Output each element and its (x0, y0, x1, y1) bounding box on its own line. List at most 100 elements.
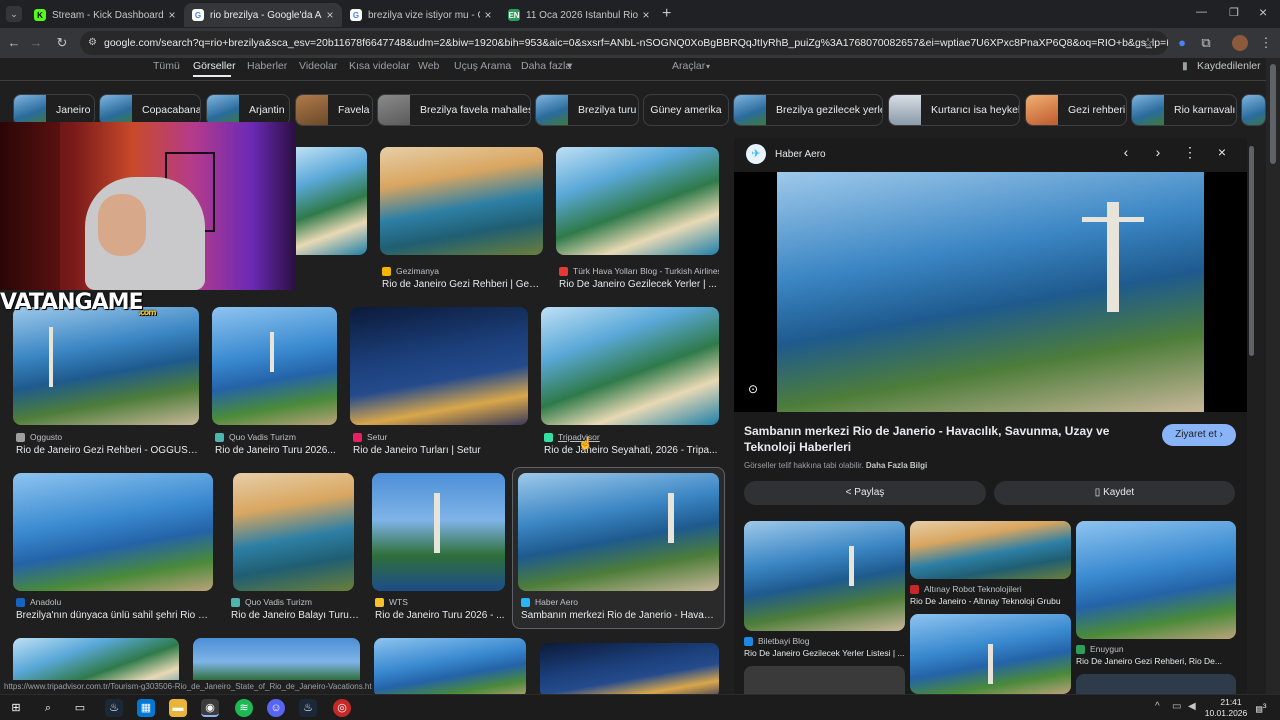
notification-center[interactable]: ▤3 (1253, 700, 1269, 714)
file-explorer-icon[interactable]: ▬ (169, 699, 187, 717)
windows-start-icon[interactable]: ⊞ (7, 699, 25, 717)
profile-avatar[interactable] (1232, 35, 1248, 51)
result-source[interactable]: Quo Vadis Turizm (215, 432, 335, 442)
result-caption[interactable]: Rio de Janeiro Turu 2026 - ... (375, 610, 505, 621)
visit-button[interactable]: Ziyaret et › (1162, 424, 1236, 446)
result-image[interactable] (540, 643, 719, 694)
close-window-icon[interactable]: × (1259, 4, 1267, 20)
panel-site-name[interactable]: Haber Aero (775, 149, 826, 160)
nav-flights[interactable]: Uçuş Arama (454, 60, 511, 72)
scrollbar-thumb[interactable] (1270, 64, 1276, 164)
nav-all[interactable]: Tümü (153, 60, 180, 72)
restore-window-icon[interactable]: ❐ (1229, 6, 1239, 19)
result-image[interactable] (13, 473, 213, 591)
result-caption[interactable]: Rio de Janeiro Balayı Turu ... (231, 610, 359, 621)
result-caption[interactable]: Rio De Janeiro Gezilecek Yerler | ... (559, 279, 719, 290)
result-caption[interactable]: Rio de Janeiro Seyahati, 2026 - Tripa... (544, 445, 719, 456)
tab-rio-brezilya[interactable]: G rio brezilya - Google'da Ara × (184, 3, 342, 27)
related-image[interactable] (910, 521, 1071, 579)
result-image[interactable] (233, 473, 354, 591)
result-image[interactable] (372, 473, 505, 591)
result-source[interactable]: Haber Aero (521, 597, 716, 607)
chip-rio-karnavali[interactable]: Rio karnavalı (1131, 94, 1237, 126)
volume-icon[interactable]: ◀ (1188, 701, 1196, 712)
related-source[interactable]: Altınay Robot Teknolojileri (910, 584, 1070, 594)
chip-brezilya-gezilecek-yerler[interactable]: Brezilya gezilecek yerler (733, 94, 883, 126)
close-tab-icon[interactable]: × (638, 8, 654, 22)
tab-search-menu-button[interactable]: ⌄ (6, 6, 22, 22)
panel-scrollbar[interactable] (1249, 146, 1254, 356)
chip-favela[interactable]: Favela (295, 94, 373, 126)
share-button[interactable]: < Paylaş (744, 481, 986, 505)
tab-kick-dashboard[interactable]: K Stream - Kick Dashboard × (26, 3, 184, 27)
task-view-icon[interactable]: ▭ (71, 699, 89, 717)
result-caption[interactable]: Rio de Janeiro Gezi Rehberi | Gez... (382, 279, 542, 290)
result-image[interactable] (380, 147, 543, 255)
related-caption[interactable]: Rio De Janeiro Gezilecek Yerler Listesi … (744, 648, 906, 658)
result-caption[interactable]: Brezilya'nın dünyaca ünlü sahil şehri Ri… (16, 610, 213, 621)
result-source[interactable]: Anadolu (16, 597, 211, 607)
related-source[interactable]: Enuygun (1076, 644, 1236, 654)
bookmark-star-icon[interactable]: ☆ (1138, 33, 1158, 53)
result-image[interactable] (212, 307, 337, 425)
result-source[interactable]: Setur (353, 432, 523, 442)
forward-arrow-icon[interactable]: → (26, 33, 46, 53)
network-icon[interactable]: ▭ (1172, 701, 1181, 712)
page-scrollbar[interactable] (1266, 58, 1280, 694)
result-caption[interactable]: Rio de Janeiro Gezi Rehberi - OGGUSTO (16, 445, 201, 456)
previous-image-icon[interactable]: ‹ (1116, 144, 1136, 160)
related-image-partial[interactable] (1076, 674, 1236, 694)
google-lens-icon[interactable]: ⊙ (748, 382, 758, 396)
result-image[interactable] (374, 638, 526, 694)
microsoft-store-icon[interactable]: ▦ (137, 699, 155, 717)
result-source[interactable]: Tripadvisor (544, 432, 714, 442)
chip-guney-amerika[interactable]: Güney amerika (643, 94, 729, 126)
extension-icon[interactable]: ● (1172, 33, 1192, 53)
result-source[interactable]: Oggusto (16, 432, 196, 442)
reload-icon[interactable]: ↻ (52, 33, 72, 53)
result-caption[interactable]: Rio de Janeiro Turu 2026... (215, 445, 337, 456)
nav-videos[interactable]: Videolar (299, 60, 337, 72)
result-image-partial[interactable] (296, 147, 367, 255)
related-image[interactable] (744, 521, 905, 631)
close-tab-icon[interactable]: × (164, 8, 180, 22)
related-image[interactable] (910, 614, 1071, 694)
panel-title[interactable]: Sambanın merkezi Rio de Janerio - Havacı… (744, 423, 1154, 455)
result-image[interactable] (13, 307, 199, 425)
chip-more-partial[interactable] (1241, 94, 1266, 126)
related-image[interactable] (1076, 521, 1236, 639)
result-source[interactable]: WTS (375, 597, 503, 607)
tray-arrow-icon[interactable]: ^ (1155, 701, 1160, 712)
nav-web[interactable]: Web (418, 60, 439, 72)
extensions-puzzle-icon[interactable]: ⧉ (1196, 33, 1216, 53)
result-caption[interactable]: Sambanın merkezi Rio de Janerio - Havacı… (521, 610, 718, 621)
related-source[interactable]: Biletbayi Blog (744, 636, 904, 646)
tab-brezilya-vize[interactable]: G brezilya vize istiyor mu - Google × (342, 3, 500, 27)
chip-brezilya-turu[interactable]: Brezilya turu (535, 94, 639, 126)
nav-more[interactable]: Daha fazla (521, 60, 571, 72)
related-caption[interactable]: Rio De Janeiro Gezi Rehberi, Rio De... (1076, 656, 1236, 666)
result-image-selected[interactable] (518, 473, 719, 591)
more-info-link[interactable]: Daha Fazla Bilgi (866, 461, 927, 470)
result-image[interactable] (350, 307, 528, 425)
clock-date[interactable]: 10.01.2026 (1203, 708, 1249, 718)
clock-time[interactable]: 21:41 (1213, 697, 1249, 707)
close-panel-icon[interactable]: × (1212, 144, 1232, 160)
steam-icon[interactable]: ♨ (299, 699, 317, 717)
result-caption[interactable]: Rio de Janeiro Turları | Setur (353, 445, 528, 456)
chip-gezi-rehberi[interactable]: Gezi rehberi (1025, 94, 1127, 126)
nav-short-videos[interactable]: Kısa videolar (349, 60, 410, 72)
result-source[interactable]: Türk Hava Yolları Blog - Turkish Airline… (559, 266, 719, 276)
more-options-icon[interactable]: ⋮ (1180, 144, 1200, 161)
next-image-icon[interactable]: › (1148, 144, 1168, 160)
new-tab-button[interactable]: + (662, 5, 671, 23)
search-icon[interactable]: ⌕ (39, 699, 57, 717)
site-info-icon[interactable]: ⚙ (88, 31, 97, 55)
steam-icon[interactable]: ♨ (105, 699, 123, 717)
close-tab-icon[interactable]: × (322, 8, 338, 22)
app-icon[interactable]: ◎ (333, 699, 351, 717)
close-tab-icon[interactable]: × (480, 8, 496, 22)
result-image[interactable] (541, 307, 719, 425)
address-bar[interactable]: ⚙ google.com/search?q=rio+brezilya&sca_e… (80, 31, 1168, 55)
spotify-icon[interactable]: ≋ (235, 699, 253, 717)
